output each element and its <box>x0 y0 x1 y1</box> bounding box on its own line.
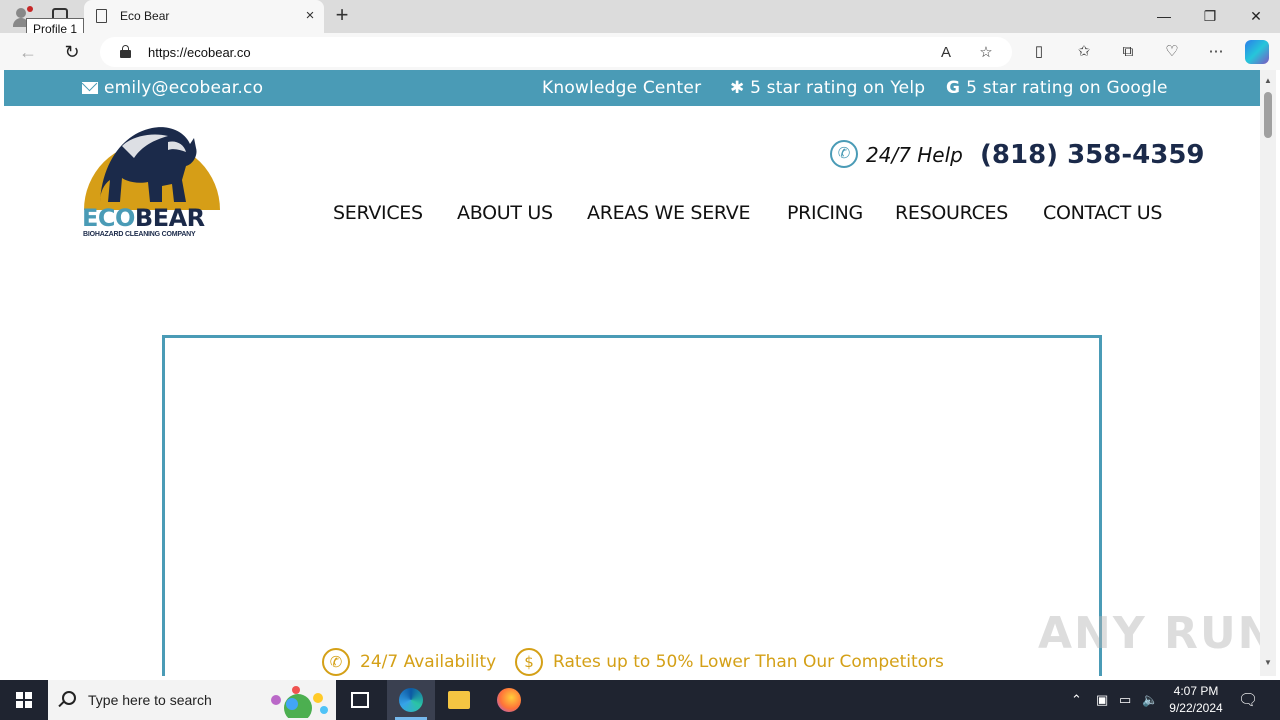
copilot-icon[interactable] <box>1245 40 1269 64</box>
phone-icon: ✆ <box>830 140 858 168</box>
logo-wordmark: ECOBEAR <box>82 204 205 232</box>
tray-device-icon[interactable]: ▣ <box>1096 692 1108 708</box>
nav-areas-we-serve[interactable]: AREAS WE SERVE <box>587 202 750 224</box>
email-link[interactable]: emily@ecobear.co <box>82 78 263 98</box>
page-icon <box>96 9 107 23</box>
feature-availability: ✆ 24/7 Availability <box>322 648 496 676</box>
tab-close-icon[interactable]: × <box>300 6 320 26</box>
scroll-thumb[interactable] <box>1264 92 1272 138</box>
phone-number-link[interactable]: (818) 358-4359 <box>980 140 1205 170</box>
tab-title: Eco Bear <box>120 9 170 23</box>
hero-frame <box>162 335 1102 676</box>
google-rating-text: 5 star rating on Google <box>966 78 1168 98</box>
minimize-button[interactable]: — <box>1146 4 1182 28</box>
search-placeholder: Type here to search <box>88 692 212 708</box>
back-button[interactable]: ← <box>14 38 42 66</box>
page-scrollbar[interactable]: ▲ ▼ <box>1260 70 1276 676</box>
windows-logo-icon <box>16 692 32 708</box>
notification-dot <box>27 6 33 12</box>
taskbar-clock[interactable]: 4:07 PM 9/22/2024 <box>1160 683 1232 717</box>
tab-eco-bear[interactable]: Eco Bear × <box>84 0 324 33</box>
nav-about-us[interactable]: ABOUT US <box>457 202 553 224</box>
toolbar: ← ↻ https://ecobear.co A ☆ ▯ ✩ ⧉ ♡ ⋯ <box>0 33 1280 70</box>
url-text[interactable]: https://ecobear.co <box>148 45 251 60</box>
profile-avatar-icon <box>16 8 26 18</box>
refresh-button[interactable]: ↻ <box>58 38 86 66</box>
knowledge-center-link[interactable]: Knowledge Center <box>542 78 701 98</box>
top-info-bar: emily@ecobear.co Knowledge Center ✱ 5 st… <box>4 70 1260 106</box>
nav-services[interactable]: SERVICES <box>333 202 423 224</box>
search-highlight-icon <box>271 686 328 718</box>
bear-logo-icon <box>84 127 220 210</box>
yelp-rating-text: 5 star rating on Yelp <box>750 78 926 98</box>
browser-essentials-icon[interactable]: ♡ <box>1160 40 1184 64</box>
ecobear-logo[interactable]: ECOBEAR BIOHAZARD CLEANING COMPANY <box>82 124 222 238</box>
clock-date: 9/22/2024 <box>1169 701 1223 715</box>
search-icon <box>62 691 76 705</box>
network-icon[interactable]: ▭ <box>1119 692 1131 708</box>
feature-rates: $ Rates up to 50% Lower Than Our Competit… <box>515 648 944 676</box>
notifications-icon[interactable]: 🗨 <box>1238 690 1258 710</box>
start-button[interactable] <box>0 680 48 720</box>
tab-strip: Eco Bear × + Profile 1 — ❐ ✕ <box>0 0 1280 40</box>
taskbar-edge[interactable] <box>387 680 435 720</box>
address-bar[interactable]: https://ecobear.co A ☆ <box>100 37 1012 67</box>
dollar-icon: $ <box>515 648 543 676</box>
nav-resources[interactable]: RESOURCES <box>895 202 1008 224</box>
google-rating-link[interactable]: G5 star rating on Google <box>946 78 1168 98</box>
taskbar-file-explorer[interactable] <box>435 680 483 720</box>
split-screen-icon[interactable]: ▯ <box>1027 40 1051 64</box>
envelope-icon <box>82 82 98 94</box>
lock-icon[interactable] <box>120 45 131 58</box>
nav-pricing[interactable]: PRICING <box>787 202 863 224</box>
favorite-star-icon[interactable]: ☆ <box>976 43 996 63</box>
nav-contact-us[interactable]: CONTACT US <box>1043 202 1162 224</box>
favorites-icon[interactable]: ✩ <box>1072 40 1096 64</box>
volume-icon[interactable]: 🔈 <box>1142 692 1158 708</box>
help-text: 24/7 Help <box>866 143 963 167</box>
task-view-button[interactable] <box>336 680 384 720</box>
tray-overflow-icon[interactable]: ⌃ <box>1071 692 1082 708</box>
feature-text: Rates up to 50% Lower Than Our Competito… <box>553 652 944 672</box>
read-aloud-icon[interactable]: A <box>936 43 956 63</box>
scroll-down-arrow-icon[interactable]: ▼ <box>1263 658 1273 667</box>
edge-icon <box>399 688 423 712</box>
email-text: emily@ecobear.co <box>104 78 264 98</box>
phone-icon: ✆ <box>322 648 350 676</box>
collections-icon[interactable]: ⧉ <box>1116 40 1140 64</box>
google-icon: G <box>946 78 961 98</box>
folder-icon <box>448 691 470 709</box>
yelp-rating-link[interactable]: ✱ 5 star rating on Yelp <box>730 78 925 98</box>
new-tab-button[interactable]: + <box>330 4 354 28</box>
logo-tagline: BIOHAZARD CLEANING COMPANY <box>83 231 196 238</box>
more-menu-icon[interactable]: ⋯ <box>1204 40 1228 64</box>
page-viewport: emily@ecobear.co Knowledge Center ✱ 5 st… <box>4 70 1260 676</box>
anyrun-watermark: ANY RUN <box>1038 608 1260 659</box>
firefox-icon <box>497 688 521 712</box>
windows-taskbar: Type here to search ⌃ ▣ ▭ 🔈 4:07 PM 9/22… <box>0 680 1280 720</box>
restore-button[interactable]: ❐ <box>1192 4 1228 28</box>
taskbar-firefox[interactable] <box>485 680 533 720</box>
close-window-button[interactable]: ✕ <box>1238 4 1274 28</box>
scroll-up-arrow-icon[interactable]: ▲ <box>1263 76 1273 85</box>
yelp-icon: ✱ <box>730 78 745 98</box>
taskbar-search[interactable]: Type here to search <box>48 680 336 720</box>
clock-time: 4:07 PM <box>1173 684 1219 698</box>
feature-text: 24/7 Availability <box>360 652 497 672</box>
